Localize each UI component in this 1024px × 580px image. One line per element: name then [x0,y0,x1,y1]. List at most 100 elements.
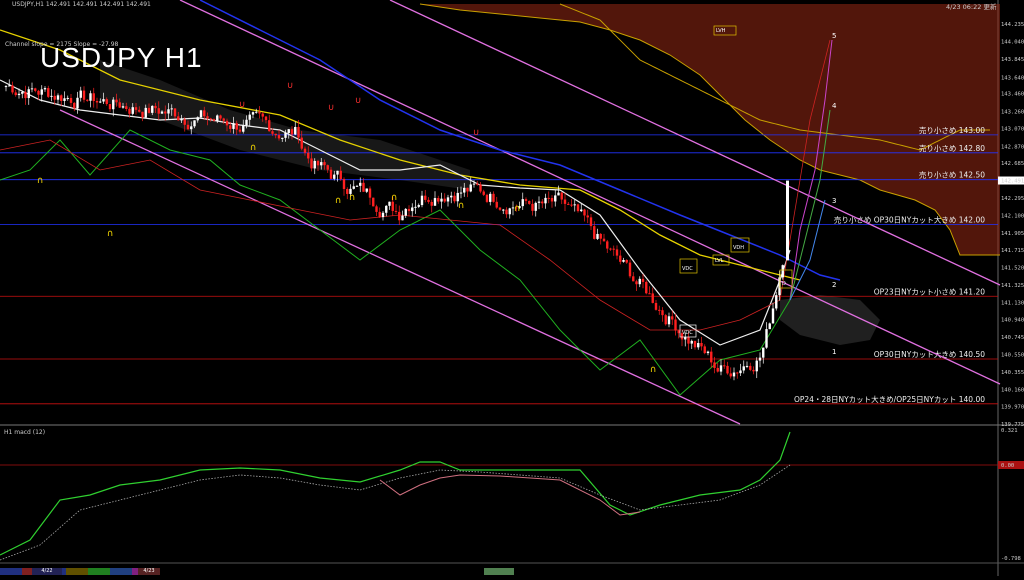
candle-body [544,197,547,204]
candle-body [690,340,693,344]
y-tick-8: 142.685 [1001,161,1024,167]
candle-body [612,248,615,250]
up-marker-5: ∩ [391,193,398,203]
date-tab-4-22[interactable]: 4/22 [32,568,62,575]
candle-body [105,99,108,105]
y-tick-21: 140.160 [1001,387,1024,393]
candle-body [732,372,736,377]
candle-body [147,107,151,113]
candle-body [407,208,411,212]
down-marker-0: ∪ [287,81,294,91]
y-tick-22: 139.970 [1001,405,1024,411]
candle-body [645,281,648,294]
candle-body [108,104,112,110]
candle-body [398,211,401,221]
candle-body [365,188,368,192]
candle-body [307,152,310,159]
candle-body [625,259,628,263]
candle-body [73,102,76,109]
candle-body [638,278,641,285]
candle-body [554,195,557,202]
candle-body [781,265,784,278]
wave-label-4: 4 [832,102,837,110]
candle-body [190,126,193,130]
candle-body [755,360,758,372]
candle-body [206,116,209,119]
candle-body [498,207,502,210]
candle-body [79,90,82,98]
candle-body [495,201,498,208]
candle-body [115,99,118,103]
candle-body [700,343,703,347]
candle-body [368,188,372,198]
y-tick-2: 143.845 [1001,57,1024,63]
candle-body [472,183,476,185]
forward-cloud [780,295,880,345]
wave-label-1: 1 [832,348,836,356]
candle-body [661,310,664,316]
candle-body [56,95,60,100]
y-tick-10: 142.295 [1001,196,1024,202]
candle-body [580,209,583,212]
candle-body [21,92,24,94]
candle-body [463,187,466,193]
candle-body [27,89,30,99]
candle-body [320,162,323,166]
candle-body [125,106,128,110]
candle-body [391,201,394,211]
update-stamp: 4/23 06:22 更新 [946,3,997,11]
candle-body [232,123,235,129]
candle-body [427,199,430,202]
candle-body [329,169,333,179]
y-tick-7: 142.870 [1001,145,1024,151]
candle-body [37,90,40,95]
candle-body [268,120,271,132]
candles-group [4,79,784,381]
candle-body [242,125,245,132]
candle-body [541,201,544,204]
candle-body [563,199,567,204]
candle-body [775,295,778,309]
candle-body [251,112,255,115]
level-label-6: OP24・28日NYカット大きめ/OP25日NYカット 140.00 [794,394,985,404]
candle-body [703,346,706,354]
scroll-thumb [484,568,514,575]
candle-body [586,215,589,218]
candle-body [362,182,365,192]
candle-body [524,199,528,201]
ma-white-line [0,79,791,346]
candle-body [411,207,414,212]
candle-body [534,202,537,211]
candle-body [381,212,385,218]
marker-box-label-1: VDH [733,245,744,251]
candle-body [570,204,573,206]
candle-body [651,293,654,303]
price-chart[interactable]: 売り小さめ 143.00 売り小さめ 142.80 売り小さめ 142.50 売り小さ… [0,0,1024,576]
chart-stage: 売り小さめ 143.00 売り小さめ 142.80 売り小さめ 142.50 売り小さ… [0,0,1024,576]
candle-body [131,107,134,114]
period-strip-4 [88,568,110,575]
level-label-1: 売り小さめ 142.80 [919,143,985,153]
candle-body [443,198,446,202]
candle-body [151,105,154,113]
candle-body [86,99,89,101]
y-tick-20: 140.355 [1001,370,1024,376]
candle-body [196,117,199,121]
y-tick-18: 140.745 [1001,335,1024,341]
y-tick-15: 141.325 [1001,283,1024,289]
candle-body [713,362,716,368]
candle-body [573,204,576,206]
candle-body [450,195,453,198]
y-tick-17: 140.940 [1001,318,1024,324]
y-tick-14: 141.520 [1001,266,1024,272]
candle-body [352,186,355,189]
macd-zero-label: 0.00 [1001,463,1014,469]
y-tick-12: 141.905 [1001,231,1024,237]
candle-body [424,195,427,200]
candle-body [141,111,144,118]
date-tab-4-23[interactable]: 4/23 [138,568,160,575]
candle-body [560,192,563,200]
candle-body [768,323,771,330]
y-tick-11: 142.100 [1001,214,1024,220]
wave-label-2: 2 [832,281,836,289]
